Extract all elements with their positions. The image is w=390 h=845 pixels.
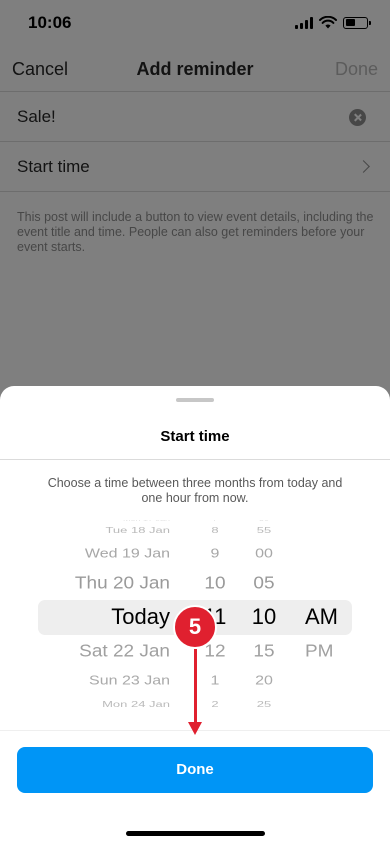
minute-wheel-option[interactable]: 25 xyxy=(248,700,280,708)
home-indicator xyxy=(126,831,265,836)
date-wheel-option[interactable]: Mon 17 Jan xyxy=(123,520,170,521)
hour-wheel-option[interactable]: 10 xyxy=(200,574,230,592)
sheet-title: Start time xyxy=(160,428,230,445)
minute-wheel-option[interactable]: 50 xyxy=(248,520,280,521)
date-wheel-option[interactable]: Mon 24 Jan xyxy=(102,700,170,708)
hour-wheel-option[interactable]: 2 xyxy=(200,700,230,708)
minute-wheel-option[interactable]: 15 xyxy=(248,642,280,660)
sheet-grabber[interactable] xyxy=(176,398,214,402)
hour-wheel-option[interactable]: 1 xyxy=(200,674,230,687)
date-wheel-option[interactable]: Wed 19 Jan xyxy=(85,547,170,560)
date-wheel-option[interactable]: Thu 20 Jan xyxy=(75,574,170,592)
period-wheel-option[interactable]: AM xyxy=(305,606,338,628)
minute-wheel-option[interactable]: 05 xyxy=(248,574,280,592)
sheet-description: Choose a time between three months from … xyxy=(47,476,343,505)
hour-wheel-option[interactable]: 8 xyxy=(200,526,230,534)
date-wheel-option[interactable]: Sun 23 Jan xyxy=(89,674,170,687)
minute-wheel-option[interactable]: 20 xyxy=(248,674,280,687)
step-badge: 5 xyxy=(173,605,217,649)
minute-wheel-option[interactable]: 10 xyxy=(248,606,280,628)
date-wheel-option[interactable]: Sat 22 Jan xyxy=(79,642,170,660)
done-button[interactable]: Done xyxy=(17,747,373,793)
annotation-arrow-line xyxy=(194,649,197,724)
divider xyxy=(0,459,390,460)
minute-wheel-option[interactable]: 55 xyxy=(248,526,280,534)
date-wheel-option[interactable]: Today xyxy=(111,606,170,628)
hour-wheel-option[interactable]: 7 xyxy=(200,520,230,521)
minute-wheel-option[interactable]: 00 xyxy=(248,547,280,560)
date-wheel-option[interactable]: Tue 18 Jan xyxy=(105,526,170,534)
hour-wheel-option[interactable]: 9 xyxy=(200,547,230,560)
period-wheel-option[interactable]: PM xyxy=(305,642,334,660)
annotation-arrow-head-icon xyxy=(188,722,202,735)
